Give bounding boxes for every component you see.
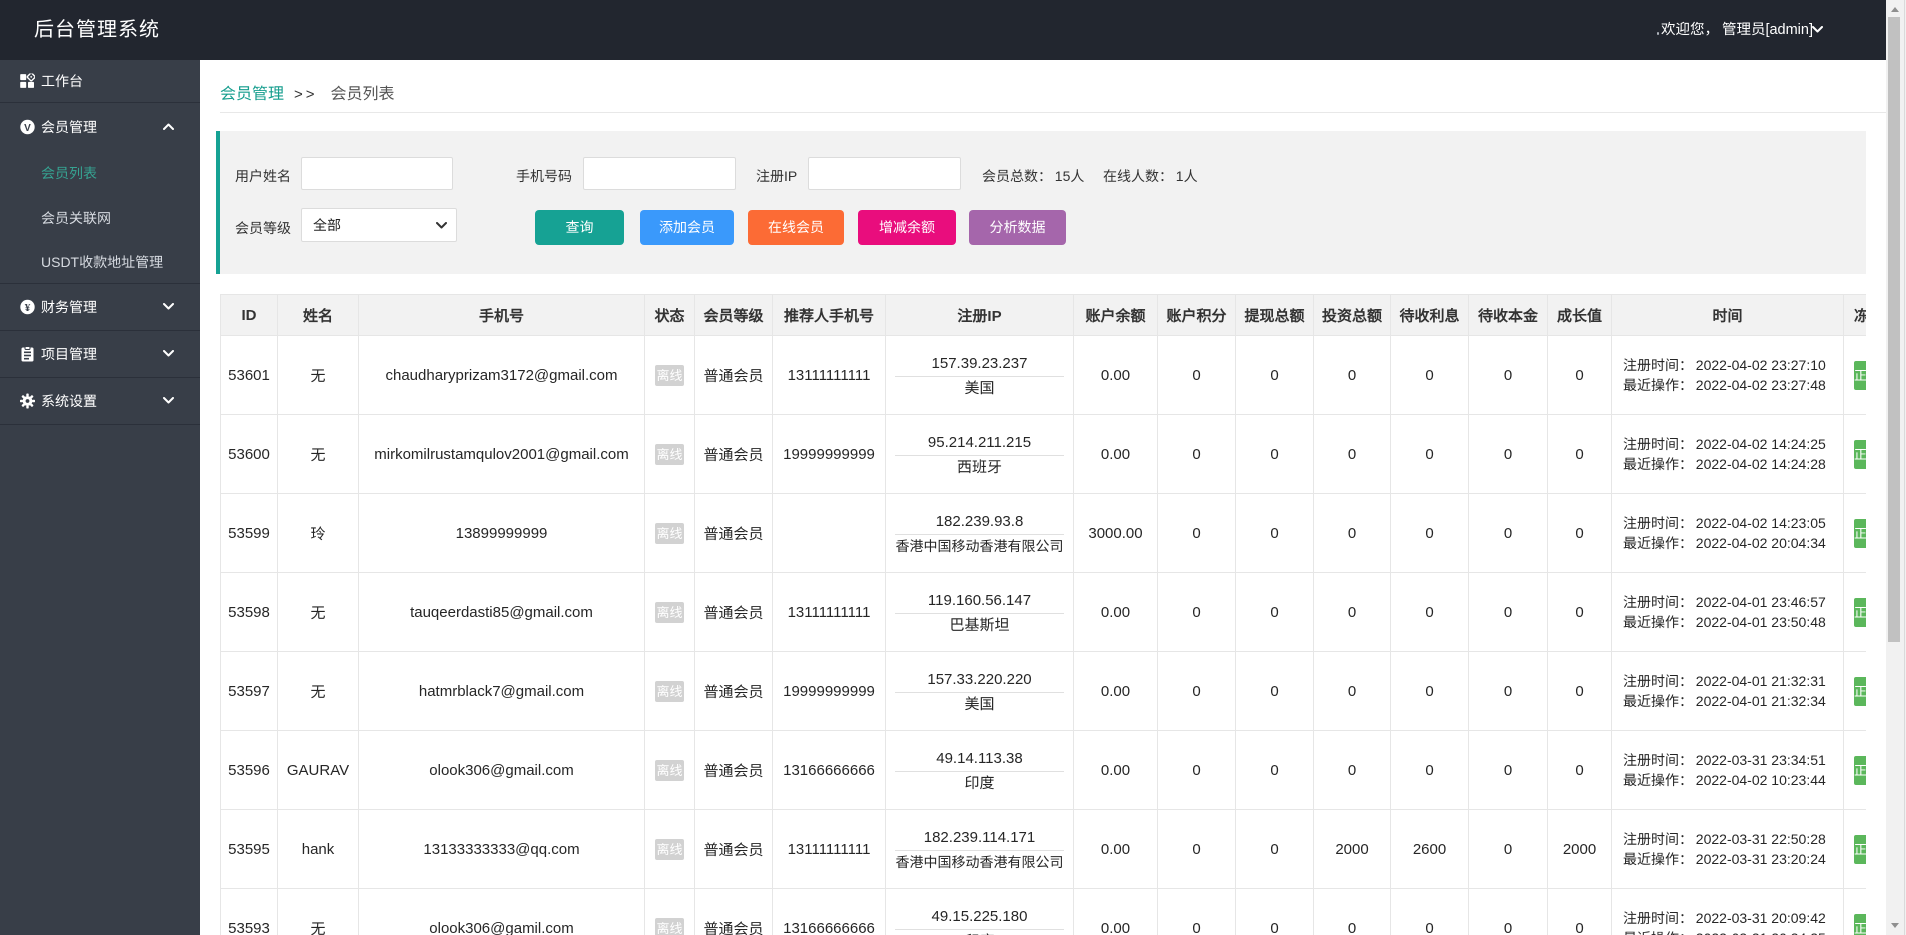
svg-text:V: V — [24, 123, 31, 134]
svg-text:¥: ¥ — [25, 300, 31, 315]
